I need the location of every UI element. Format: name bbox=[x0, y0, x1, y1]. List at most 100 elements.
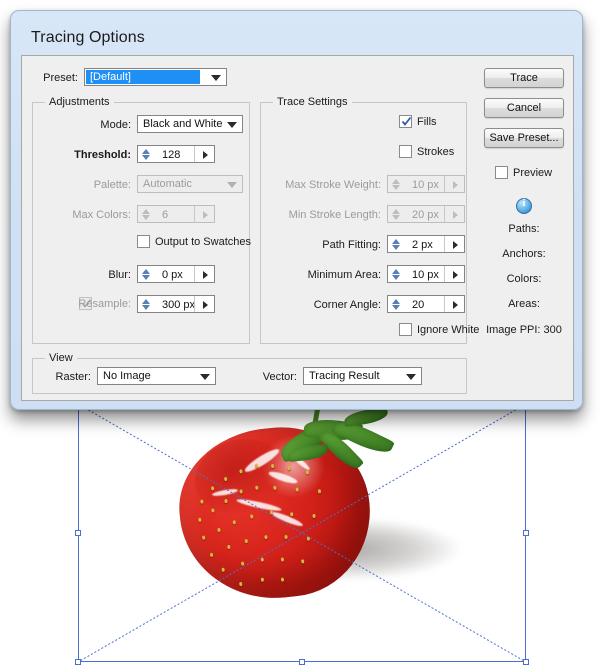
corner-angle-label: Corner Angle: bbox=[313, 299, 381, 311]
stepper-arrows-icon[interactable] bbox=[140, 148, 153, 161]
stepper-arrows-icon[interactable] bbox=[390, 238, 403, 251]
mode-combo[interactable]: Black and White bbox=[137, 115, 243, 133]
palette-label: Palette: bbox=[93, 179, 131, 191]
slider-popup-icon[interactable] bbox=[203, 151, 208, 159]
blur-label: Blur: bbox=[108, 269, 131, 281]
selection-bounding-box[interactable] bbox=[75, 403, 529, 665]
ignore-white-checkbox[interactable] bbox=[399, 323, 412, 336]
divider bbox=[194, 266, 195, 282]
mode-value: Black and White bbox=[143, 118, 223, 130]
slider-popup-icon[interactable] bbox=[453, 241, 458, 249]
stepper-arrows-icon[interactable] bbox=[390, 298, 403, 311]
max-colors-value: 6 bbox=[162, 209, 169, 221]
minimum-area-value: 10 px bbox=[412, 269, 439, 281]
view-group-title: View bbox=[45, 352, 77, 364]
stepper-arrows-icon[interactable] bbox=[140, 268, 153, 281]
preset-value: [Default] bbox=[90, 71, 131, 83]
divider bbox=[194, 206, 195, 222]
stepper-arrows-icon[interactable] bbox=[390, 268, 403, 281]
min-stroke-length-value: 20 px bbox=[412, 209, 439, 221]
vector-combo[interactable]: Tracing Result bbox=[303, 367, 422, 385]
stepper-arrows-icon bbox=[390, 178, 403, 191]
path-fitting-label: Path Fitting: bbox=[322, 239, 381, 251]
trace-settings-group: Trace Settings Fills Strokes Max Stroke … bbox=[260, 96, 479, 344]
application-window: Tracing Options Preset: [Default] Adjust… bbox=[0, 0, 600, 672]
selection-handle-bottom-center[interactable] bbox=[299, 659, 305, 665]
divider bbox=[444, 296, 445, 312]
blur-spinner[interactable]: 0 px bbox=[137, 265, 215, 283]
slider-popup-icon[interactable] bbox=[453, 271, 458, 279]
output-to-swatches-checkbox[interactable] bbox=[137, 235, 150, 248]
blur-value: 0 px bbox=[162, 269, 183, 281]
divider bbox=[444, 266, 445, 282]
fills-label: Fills bbox=[417, 116, 437, 128]
threshold-spinner[interactable]: 128 bbox=[137, 145, 215, 163]
slider-popup-icon[interactable] bbox=[203, 271, 208, 279]
raster-combo[interactable]: No Image bbox=[97, 367, 216, 385]
slider-popup-icon[interactable] bbox=[453, 301, 458, 309]
minimum-area-label: Minimum Area: bbox=[307, 269, 381, 281]
preview-label: Preview bbox=[513, 167, 553, 179]
output-to-swatches-label: Output to Swatches bbox=[155, 236, 251, 248]
anchors-stat: Anchors: bbox=[502, 248, 546, 260]
corner-angle-spinner[interactable]: 20 bbox=[387, 295, 465, 313]
divider bbox=[194, 296, 195, 312]
paths-stat: Paths: bbox=[508, 223, 540, 235]
tracing-options-dialog: Tracing Options Preset: [Default] Adjust… bbox=[10, 10, 583, 410]
raster-label: Raster: bbox=[55, 371, 91, 383]
dialog-title: Tracing Options bbox=[31, 29, 145, 46]
resample-spinner[interactable]: 300 px bbox=[137, 295, 215, 313]
preview-checkbox[interactable] bbox=[495, 166, 508, 179]
cancel-button[interactable]: Cancel bbox=[484, 98, 564, 118]
path-fitting-spinner[interactable]: 2 px bbox=[387, 235, 465, 253]
corner-angle-value: 20 bbox=[412, 299, 425, 311]
raster-value: No Image bbox=[103, 370, 151, 382]
minimum-area-spinner[interactable]: 10 px bbox=[387, 265, 465, 283]
strokes-checkbox[interactable] bbox=[399, 145, 412, 158]
stepper-arrows-icon bbox=[140, 208, 153, 221]
image-ppi-stat: Image PPI: 300 bbox=[486, 324, 562, 336]
min-stroke-length-spinner: 20 px bbox=[387, 205, 465, 223]
strokes-label: Strokes bbox=[417, 146, 455, 158]
divider bbox=[444, 176, 445, 192]
selection-handle-middle-right[interactable] bbox=[523, 530, 529, 536]
trace-settings-group-title: Trace Settings bbox=[273, 96, 352, 108]
resample-value: 300 px bbox=[162, 299, 196, 311]
max-colors-spinner: 6 bbox=[137, 205, 215, 223]
max-stroke-weight-label: Max Stroke Weight: bbox=[285, 179, 381, 191]
mode-label: Mode: bbox=[100, 119, 131, 131]
selection-handle-middle-left[interactable] bbox=[75, 530, 81, 536]
selection-handle-bottom-right[interactable] bbox=[523, 659, 529, 665]
max-stroke-weight-value: 10 px bbox=[412, 179, 439, 191]
selection-diagonals bbox=[77, 403, 527, 663]
chevron-down-icon bbox=[406, 374, 416, 380]
max-colors-label: Max Colors: bbox=[72, 209, 131, 221]
chevron-down-icon bbox=[200, 374, 210, 380]
palette-value: Automatic bbox=[143, 178, 192, 190]
adjustments-group: Adjustments Mode: Black and White Thresh… bbox=[32, 96, 251, 344]
chevron-down-icon bbox=[211, 75, 221, 81]
dialog-body: Preset: [Default] Adjustments Mode: Blac… bbox=[21, 55, 574, 401]
adjustments-group-title: Adjustments bbox=[45, 96, 114, 108]
info-icon[interactable]: i bbox=[516, 198, 532, 214]
stepper-arrows-icon[interactable] bbox=[140, 298, 153, 311]
threshold-label: Threshold: bbox=[74, 149, 131, 161]
vector-value: Tracing Result bbox=[309, 370, 380, 382]
fills-checkbox[interactable] bbox=[399, 115, 412, 128]
trace-button[interactable]: Trace bbox=[484, 68, 564, 88]
preset-label: Preset: bbox=[43, 72, 78, 84]
save-preset-button[interactable]: Save Preset... bbox=[484, 128, 564, 148]
divider bbox=[194, 146, 195, 162]
vector-label: Vector: bbox=[262, 371, 297, 383]
path-fitting-value: 2 px bbox=[412, 239, 433, 251]
preset-combo[interactable]: [Default] bbox=[84, 68, 227, 86]
chevron-down-icon bbox=[227, 122, 237, 128]
max-stroke-weight-spinner: 10 px bbox=[387, 175, 465, 193]
checkmark-icon bbox=[401, 116, 412, 126]
palette-combo: Automatic bbox=[137, 175, 243, 193]
divider bbox=[444, 236, 445, 252]
slider-popup-icon[interactable] bbox=[203, 301, 208, 309]
view-group: View Raster: No Image Vector: Tracing Re… bbox=[32, 352, 467, 394]
selection-handle-bottom-left[interactable] bbox=[75, 659, 81, 665]
chevron-down-icon bbox=[227, 182, 237, 188]
